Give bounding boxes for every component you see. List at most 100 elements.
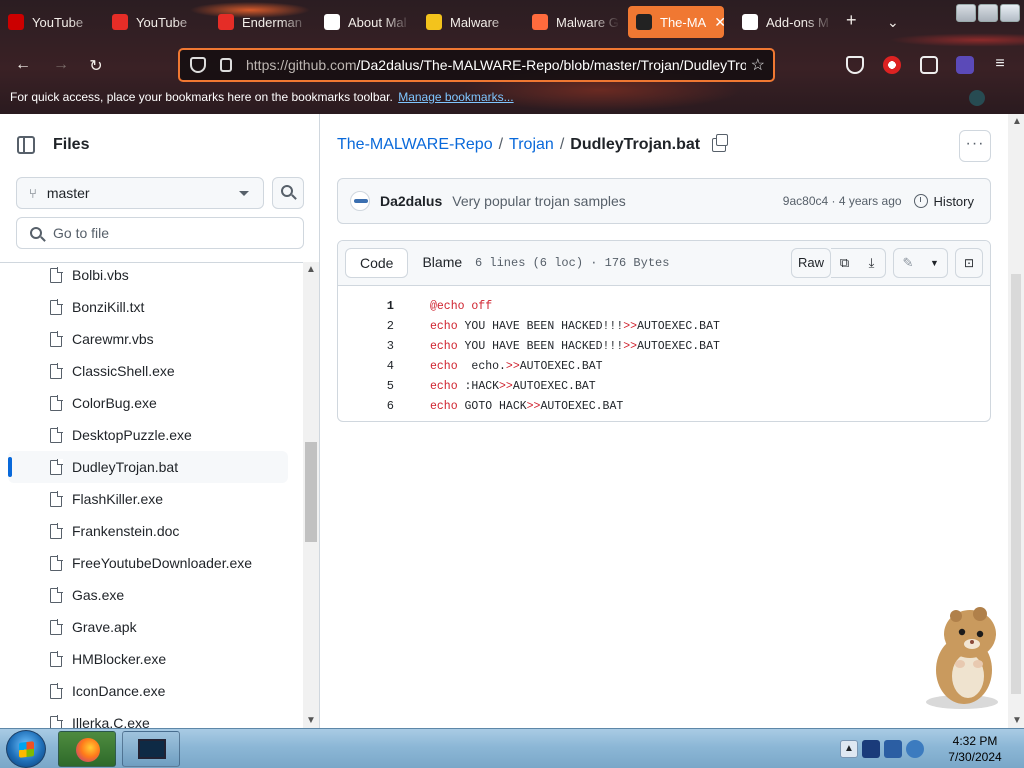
line-number[interactable]: 5 bbox=[338, 379, 394, 393]
scrollbar-thumb[interactable] bbox=[1011, 274, 1021, 694]
firefox-icon bbox=[76, 738, 100, 762]
extensions-puzzle-icon[interactable] bbox=[920, 56, 938, 74]
files-header: Files bbox=[17, 136, 89, 154]
forward-arrow-icon[interactable]: → bbox=[50, 56, 72, 74]
file-tree-item[interactable]: DudleyTrojan.bat bbox=[8, 451, 288, 483]
file-tree-item[interactable]: Grave.apk bbox=[0, 611, 300, 643]
code-token: echo bbox=[430, 399, 458, 413]
browser-tab[interactable]: Enderman bbox=[210, 6, 310, 38]
browser-tab[interactable]: Add-ons M bbox=[734, 6, 834, 38]
url-text[interactable]: https://github.com/Da2dalus/The-MALWARE-… bbox=[246, 57, 746, 73]
scroll-down-arrow-icon[interactable]: ▼ bbox=[306, 715, 316, 726]
browser-tab[interactable]: About Mal bbox=[316, 6, 412, 38]
maximize-button[interactable] bbox=[978, 4, 998, 22]
line-number[interactable]: 4 bbox=[338, 359, 394, 373]
file-tree-item[interactable]: FreeYoutubeDownloader.exe bbox=[0, 547, 300, 579]
symbols-panel-icon[interactable]: ⊡ bbox=[955, 248, 983, 278]
page-scrollbar[interactable]: ▲ ▼ bbox=[1008, 114, 1024, 728]
browser-tab[interactable]: YouTube bbox=[104, 6, 204, 38]
commit-author[interactable]: Da2dalus bbox=[380, 193, 442, 209]
file-tree-item[interactable]: ClassicShell.exe bbox=[0, 355, 300, 387]
git-branch-icon: ⑂ bbox=[29, 185, 37, 201]
avatar[interactable] bbox=[350, 191, 370, 211]
browser-tab[interactable]: YouTube bbox=[0, 6, 100, 38]
code-token: AUTOEXEC.BAT bbox=[637, 339, 720, 353]
browser-tab[interactable]: The-MA ✕ bbox=[628, 6, 724, 38]
manage-bookmarks-link[interactable]: Manage bookmarks... bbox=[398, 90, 513, 104]
back-arrow-icon[interactable]: ← bbox=[12, 56, 34, 74]
branch-selector[interactable]: ⑂ master bbox=[16, 177, 264, 209]
tab-code[interactable]: Code bbox=[345, 248, 409, 278]
file-tree-scrollbar[interactable]: ▲ ▼ bbox=[303, 262, 319, 728]
volume-icon[interactable] bbox=[906, 740, 924, 758]
scroll-down-arrow-icon[interactable]: ▼ bbox=[1012, 715, 1022, 726]
new-tab-button[interactable]: + bbox=[846, 10, 857, 31]
scrollbar-thumb[interactable] bbox=[305, 442, 317, 542]
close-window-button[interactable] bbox=[1000, 4, 1020, 22]
tab-blame[interactable]: Blame bbox=[408, 248, 476, 278]
show-hidden-icons-icon[interactable]: ▲ bbox=[840, 740, 858, 758]
taskbar-clock[interactable]: 4:32 PM 7/30/2024 bbox=[930, 733, 1020, 765]
ublock-extension-icon[interactable] bbox=[883, 56, 901, 74]
collapse-sidebar-icon[interactable] bbox=[17, 136, 35, 154]
tray-app-icon[interactable] bbox=[862, 740, 880, 758]
copy-path-icon[interactable] bbox=[712, 134, 729, 152]
file-tree-item[interactable]: IconDance.exe bbox=[0, 675, 300, 707]
line-number[interactable]: 1 bbox=[338, 299, 394, 313]
file-tree-item[interactable]: ColorBug.exe bbox=[0, 387, 300, 419]
browser-tab[interactable]: Malware G bbox=[524, 6, 620, 38]
file-tree-item[interactable]: Frankenstein.doc bbox=[0, 515, 300, 547]
search-files-button[interactable] bbox=[272, 177, 304, 209]
breadcrumb-repo-link[interactable]: The-MALWARE-Repo bbox=[337, 136, 493, 154]
hamburger-menu-icon[interactable]: ≡ bbox=[991, 56, 1009, 74]
pocket-icon[interactable] bbox=[846, 56, 864, 74]
code-viewer-header: Code Blame 6 lines (6 loc) · 176 Bytes R… bbox=[338, 241, 990, 286]
go-to-file-field[interactable] bbox=[16, 217, 304, 249]
start-button[interactable] bbox=[6, 730, 46, 768]
file-tree-item[interactable]: FlashKiller.exe bbox=[0, 483, 300, 515]
url-host: https://github.com bbox=[246, 57, 357, 73]
taskbar-firefox-button[interactable] bbox=[58, 731, 116, 767]
commit-message[interactable]: Very popular trojan samples bbox=[452, 193, 626, 209]
minimize-button[interactable] bbox=[956, 4, 976, 22]
bookmark-star-icon[interactable]: ☆ bbox=[751, 55, 765, 75]
file-tree-item[interactable]: Illerka.C.exe bbox=[0, 707, 300, 728]
edit-pencil-icon[interactable]: ✎ bbox=[893, 248, 923, 278]
copy-raw-icon[interactable]: ⧉ bbox=[831, 248, 859, 278]
list-all-tabs-icon[interactable]: ⌄ bbox=[887, 14, 899, 31]
more-options-button[interactable]: ··· bbox=[959, 130, 991, 162]
code-blame-toggle: Code Blame bbox=[345, 248, 476, 278]
file-icon bbox=[50, 330, 63, 347]
tracking-shield-icon[interactable] bbox=[190, 57, 206, 73]
line-number[interactable]: 6 bbox=[338, 399, 394, 413]
line-number[interactable]: 2 bbox=[338, 319, 394, 333]
account-extension-icon[interactable] bbox=[956, 56, 974, 74]
close-tab-icon[interactable]: ✕ bbox=[714, 14, 724, 31]
raw-button[interactable]: Raw bbox=[791, 248, 831, 278]
file-tree-item[interactable]: BonziKill.txt bbox=[0, 291, 300, 323]
bookmarks-hint-text: For quick access, place your bookmarks h… bbox=[10, 90, 393, 104]
line-number[interactable]: 3 bbox=[338, 339, 394, 353]
file-tree-item[interactable]: Carewmr.vbs bbox=[0, 323, 300, 355]
download-icon[interactable]: ⤓ bbox=[858, 248, 886, 278]
scroll-up-arrow-icon[interactable]: ▲ bbox=[306, 264, 316, 275]
reload-icon[interactable]: ↻ bbox=[85, 56, 107, 76]
url-bar[interactable]: https://github.com/Da2dalus/The-MALWARE-… bbox=[178, 48, 775, 82]
file-tree-item[interactable]: DesktopPuzzle.exe bbox=[0, 419, 300, 451]
browser-tab[interactable]: Malware bbox=[418, 6, 518, 38]
scroll-up-arrow-icon[interactable]: ▲ bbox=[1012, 116, 1022, 127]
file-tree-item[interactable]: Bolbi.vbs bbox=[0, 263, 300, 291]
lock-icon[interactable] bbox=[220, 58, 232, 72]
edit-dropdown-chevron-icon[interactable]: ▼ bbox=[922, 248, 948, 278]
network-icon[interactable] bbox=[884, 740, 902, 758]
file-tree-item[interactable]: Gas.exe bbox=[0, 579, 300, 611]
history-label: History bbox=[933, 193, 974, 209]
history-button[interactable]: History bbox=[913, 193, 974, 209]
breadcrumb-folder-link[interactable]: Trojan bbox=[509, 136, 554, 154]
commit-meta[interactable]: 9ac80c4 · 4 years ago bbox=[783, 194, 902, 208]
file-list: Bolbi.vbs BonziKill.txt Carewmr.vbs Classic… bbox=[0, 263, 300, 728]
file-name: DudleyTrojan.bat bbox=[72, 459, 179, 475]
taskbar-window-button[interactable] bbox=[122, 731, 180, 767]
go-to-file-input[interactable] bbox=[53, 225, 293, 241]
file-tree-item[interactable]: HMBlocker.exe bbox=[0, 643, 300, 675]
